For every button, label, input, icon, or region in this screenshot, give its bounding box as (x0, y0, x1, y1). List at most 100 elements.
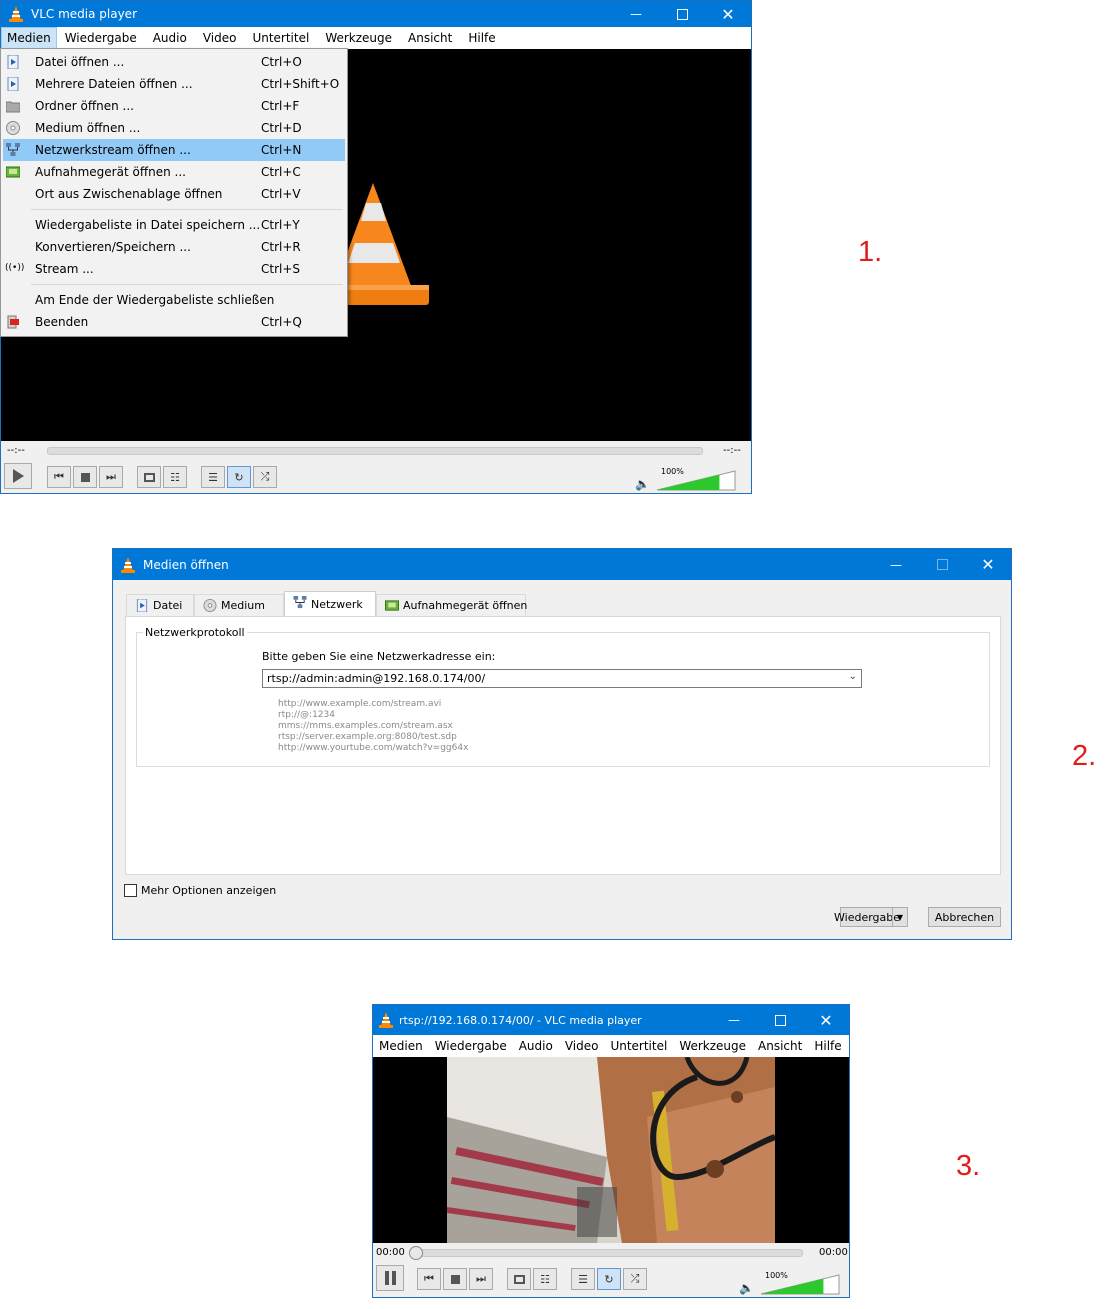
step-label-1: 1. (858, 236, 883, 268)
tab-datei[interactable]: Datei (126, 594, 194, 616)
menu-item-open-network-stream[interactable]: Netzwerkstream öffnen ... Ctrl+N (3, 139, 345, 161)
menu-item-quit-at-end[interactable]: Am Ende der Wiedergabeliste schließen (1, 289, 347, 311)
maximize-icon[interactable] (659, 1, 705, 27)
menu-untertitel[interactable]: Untertitel (244, 27, 317, 49)
menu-video[interactable]: Video (195, 27, 245, 49)
menu-item-open-clipboard[interactable]: Ort aus Zwischenablage öffnen Ctrl+V (1, 183, 347, 205)
menu-untertitel[interactable]: Untertitel (604, 1035, 673, 1057)
folder-icon (6, 101, 20, 113)
group-label: Netzwerkprotokoll (143, 626, 247, 639)
menu-medien[interactable]: Medien (373, 1035, 429, 1057)
window-title: rtsp://192.168.0.174/00/ - VLC media pla… (399, 1013, 642, 1027)
disc-icon (6, 121, 20, 135)
close-icon[interactable]: ✕ (705, 1, 751, 27)
stop-button[interactable] (443, 1268, 467, 1290)
stop-icon (80, 472, 90, 482)
menu-item-open-disc[interactable]: Medium öffnen ... Ctrl+D (1, 117, 347, 139)
seek-bar[interactable] (409, 1246, 803, 1260)
minimize-icon[interactable]: — (613, 1, 659, 27)
next-button[interactable]: ⏭ (99, 466, 123, 488)
menu-item-quit[interactable]: Beenden Ctrl+Q (1, 311, 347, 333)
fullscreen-icon (513, 1274, 525, 1284)
menu-item-open-multiple-files[interactable]: Mehrere Dateien öffnen ... Ctrl+Shift+O (1, 73, 347, 95)
maximize-icon (919, 549, 965, 580)
close-icon[interactable]: ✕ (965, 549, 1011, 580)
volume-slider[interactable]: 100% (759, 1271, 841, 1295)
menu-item-stream[interactable]: ((•)) Stream ... Ctrl+S (1, 258, 347, 280)
tab-medium[interactable]: Medium (194, 594, 284, 616)
example-url: http://www.example.com/stream.avi (278, 699, 442, 709)
dropdown-arrow-icon[interactable]: ▼ (892, 908, 907, 926)
menu-werkzeuge[interactable]: Werkzeuge (317, 27, 400, 49)
menu-medien[interactable]: Medien (1, 27, 57, 49)
menu-audio[interactable]: Audio (513, 1035, 559, 1057)
menu-item-open-capture-device[interactable]: Aufnahmegerät öffnen ... Ctrl+C (1, 161, 347, 183)
time-elapsed: --:-- (7, 445, 25, 456)
previous-button[interactable]: ⏮ (47, 466, 71, 488)
seek-bar[interactable] (47, 447, 703, 455)
next-button[interactable]: ⏭ (469, 1268, 493, 1290)
menu-wiedergabe[interactable]: Wiedergabe (429, 1035, 513, 1057)
more-options-label[interactable]: Mehr Optionen anzeigen (141, 884, 276, 897)
vlc-cone-icon (373, 1012, 399, 1028)
title-bar[interactable]: rtsp://192.168.0.174/00/ - VLC media pla… (373, 1005, 849, 1035)
volume-slider[interactable]: 100% (655, 467, 737, 491)
fullscreen-button[interactable] (137, 466, 161, 488)
tab-netzwerk[interactable]: Netzwerk (284, 591, 376, 616)
playlist-button[interactable]: ☰ (201, 466, 225, 488)
menu-item-convert-save[interactable]: Konvertieren/Speichern ... Ctrl+R (1, 236, 347, 258)
menu-werkzeuge[interactable]: Werkzeuge (673, 1035, 752, 1057)
network-icon (293, 596, 307, 609)
maximize-icon[interactable] (757, 1005, 803, 1035)
example-url: rtsp://server.example.org:8080/test.sdp (278, 732, 457, 742)
extended-settings-button[interactable]: ☷ (533, 1268, 557, 1290)
tab-bar: Datei Medium Netzwerk Aufnahmegerät öffn… (126, 591, 1006, 616)
url-combobox[interactable]: ⌄ (262, 669, 862, 688)
previous-button[interactable]: ⏮ (417, 1268, 441, 1290)
more-options-checkbox[interactable] (124, 884, 137, 897)
menu-item-save-playlist[interactable]: Wiedergabeliste in Datei speichern ... Ct… (1, 214, 347, 236)
extended-settings-button[interactable]: ☷ (163, 466, 187, 488)
menu-ansicht[interactable]: Ansicht (400, 27, 460, 49)
menu-bar: Medien Wiedergabe Audio Video Untertitel… (1, 27, 751, 49)
shuffle-button[interactable]: ⤮ (623, 1268, 647, 1290)
example-url: http://www.yourtube.com/watch?v=gg64x (278, 743, 469, 753)
example-url: mms://mms.examples.com/stream.asx (278, 721, 453, 731)
play-button[interactable]: Wiedergabe ▼ (834, 907, 908, 927)
loop-button[interactable]: ↻ (227, 466, 251, 488)
menu-audio[interactable]: Audio (145, 27, 195, 49)
fullscreen-button[interactable] (507, 1268, 531, 1290)
speaker-icon[interactable]: 🔈 (739, 1281, 754, 1295)
loop-button[interactable]: ↻ (597, 1268, 621, 1290)
minimize-icon[interactable]: — (873, 549, 919, 580)
menu-video[interactable]: Video (559, 1035, 605, 1057)
stop-icon (450, 1274, 460, 1284)
speaker-icon[interactable]: 🔈 (635, 477, 650, 491)
stop-button[interactable] (73, 466, 97, 488)
cancel-button[interactable]: Abbrechen (928, 907, 1001, 927)
play-button[interactable] (4, 463, 32, 489)
time-elapsed: 00:00 (376, 1247, 405, 1258)
tab-aufnahmegeraet[interactable]: Aufnahmegerät öffnen (376, 594, 527, 616)
video-frame[interactable] (447, 1057, 775, 1243)
address-prompt: Bitte geben Sie eine Netzwerkadresse ein… (262, 650, 496, 663)
time-total: --:-- (723, 445, 741, 456)
seek-handle[interactable] (409, 1246, 423, 1260)
menu-item-open-file[interactable]: Datei öffnen ... Ctrl+O (1, 51, 347, 73)
url-input[interactable] (263, 670, 833, 687)
menu-item-open-folder[interactable]: Ordner öffnen ... Ctrl+F (1, 95, 347, 117)
minimize-icon[interactable]: — (711, 1005, 757, 1035)
close-icon[interactable]: ✕ (803, 1005, 849, 1035)
playlist-button[interactable]: ☰ (571, 1268, 595, 1290)
open-media-dialog: Medien öffnen — ✕ Datei Medium Netzwerk … (112, 548, 1012, 940)
menu-wiedergabe[interactable]: Wiedergabe (57, 27, 145, 49)
menu-hilfe[interactable]: Hilfe (460, 27, 503, 49)
shuffle-button[interactable]: ⤮ (253, 466, 277, 488)
menu-hilfe[interactable]: Hilfe (808, 1035, 847, 1057)
fullscreen-icon (143, 472, 155, 482)
title-bar[interactable]: VLC media player — ✕ (1, 1, 751, 27)
dialog-title-bar[interactable]: Medien öffnen — ✕ (113, 549, 1011, 580)
pause-button[interactable] (376, 1265, 404, 1291)
chevron-down-icon[interactable]: ⌄ (849, 671, 857, 682)
menu-ansicht[interactable]: Ansicht (752, 1035, 808, 1057)
